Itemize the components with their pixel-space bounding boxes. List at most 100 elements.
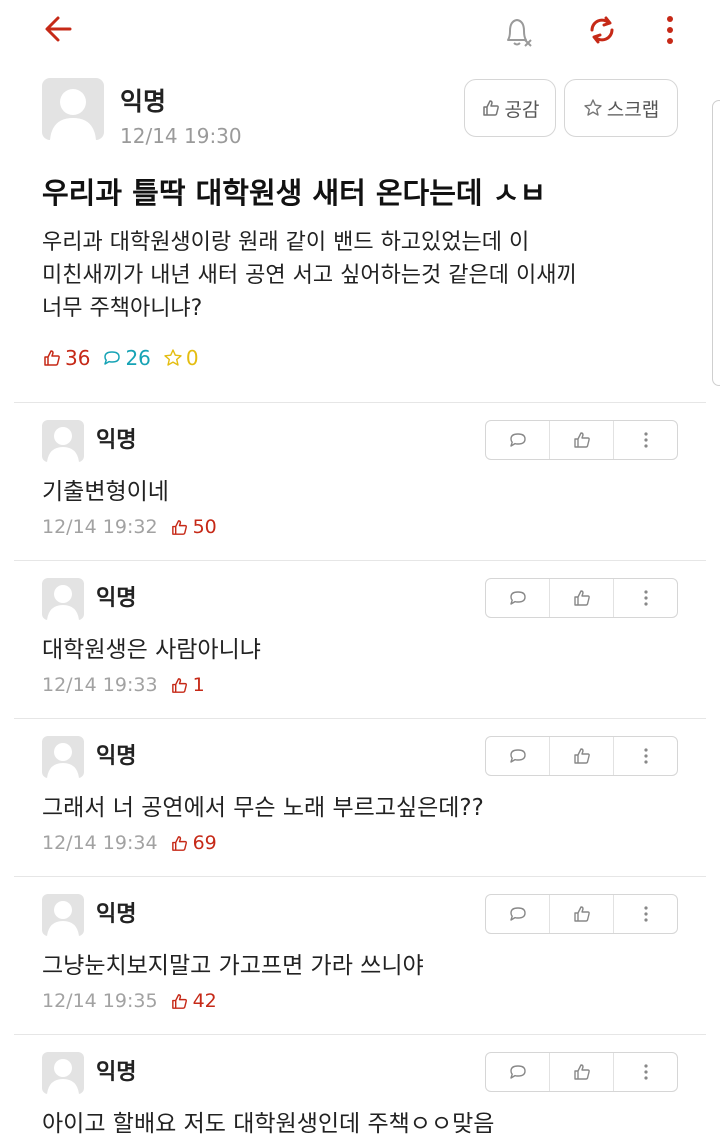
scrap-count-value: 0 (185, 346, 199, 370)
comment-text: 기출변형이네 (42, 479, 169, 505)
back-arrow-icon[interactable] (40, 10, 86, 48)
thumbs-up-icon (573, 748, 590, 764)
comment-actions (485, 578, 678, 618)
comment-text: 아이고 할배요 저도 대학원생인데 주책ㅇㅇ맞음 (42, 1111, 495, 1137)
like-button-label: 공감 (504, 98, 540, 121)
reply-button[interactable] (486, 579, 549, 617)
comment-author: 익명 (96, 586, 137, 611)
thumbs-up-icon (573, 906, 590, 922)
more-vertical-icon (643, 432, 648, 448)
avatar (42, 736, 84, 778)
comment-time: 12/14 19:35 (42, 990, 158, 1012)
comment-like-value: 50 (192, 516, 217, 538)
comment-author: 익명 (96, 428, 137, 453)
post-body: 우리과 대학원생이랑 원래 같이 밴드 하고있었는데 이 미친새끼가 내년 새터… (42, 230, 577, 321)
thumbs-up-icon (44, 350, 60, 366)
like-button[interactable] (549, 895, 613, 933)
comment-meta: 12/14 19:34 69 (42, 832, 217, 854)
scrap-button[interactable]: 스크랩 (564, 79, 678, 137)
scrap-count: 0 (163, 346, 199, 370)
thumbs-up-icon (171, 519, 187, 535)
comment-like-count: 42 (170, 990, 217, 1012)
more-vertical-icon (643, 906, 648, 922)
reply-button[interactable] (486, 895, 549, 933)
comment-like-value: 69 (192, 832, 217, 854)
thumbs-up-icon (171, 835, 187, 851)
comment-text: 그냥눈치보지말고 가고프면 가라 쓰니야 (42, 953, 424, 979)
divider (14, 560, 706, 561)
more-vertical-icon (643, 590, 648, 606)
avatar (42, 894, 84, 936)
comment-item: 익명 아이고 할배요 저도 대학원생인데 주책ㅇㅇ맞음 (0, 1034, 720, 1145)
thumbs-up-icon (573, 432, 590, 448)
post-stats: 36 26 0 (42, 344, 211, 372)
post-time: 12/14 19:30 (120, 124, 242, 148)
like-button[interactable] (549, 737, 613, 775)
star-icon (584, 99, 602, 116)
more-vertical-icon (643, 1064, 648, 1080)
like-button[interactable] (549, 579, 613, 617)
reply-button[interactable] (486, 737, 549, 775)
comment-icon (104, 351, 121, 365)
more-button[interactable] (613, 1053, 677, 1091)
star-icon (164, 349, 182, 366)
thumbs-up-icon (573, 590, 590, 606)
more-button[interactable] (613, 579, 677, 617)
like-count: 36 (42, 346, 90, 370)
divider (14, 402, 706, 403)
like-button[interactable]: 공감 (464, 79, 556, 137)
like-count-value: 36 (65, 346, 91, 370)
avatar (42, 578, 84, 620)
avatar (42, 78, 104, 140)
thumbs-up-icon (482, 100, 499, 116)
comment-like-count: 69 (170, 832, 217, 854)
like-button[interactable] (549, 421, 613, 459)
thumbs-up-icon (573, 1064, 590, 1080)
comment-actions (485, 894, 678, 934)
divider (14, 876, 706, 877)
comment-icon (509, 1065, 526, 1079)
more-button[interactable] (613, 895, 677, 933)
more-vertical-icon[interactable] (656, 10, 684, 50)
comment-like-value: 42 (192, 990, 217, 1012)
comment-item: 익명 그래서 너 공연에서 무슨 노래 부르고싶은데?? 12/14 19:34… (0, 718, 720, 876)
divider (14, 1034, 706, 1035)
comment-author: 익명 (96, 1060, 137, 1085)
reply-button[interactable] (486, 1053, 549, 1091)
avatar (42, 1052, 84, 1094)
comment-author: 익명 (96, 902, 137, 927)
comment-time: 12/14 19:34 (42, 832, 158, 854)
comment-time: 12/14 19:32 (42, 516, 158, 538)
comment-meta: 12/14 19:33 1 (42, 674, 205, 696)
comment-icon (509, 907, 526, 921)
comment-text: 대학원생은 사람아니냐 (42, 637, 261, 663)
comment-like-count: 50 (170, 516, 217, 538)
comment-text: 그래서 너 공연에서 무슨 노래 부르고싶은데?? (42, 795, 484, 821)
post-title: 우리과 틀딱 대학원생 새터 온다는데 ㅅㅂ (42, 176, 547, 210)
scrollbar[interactable] (712, 100, 720, 386)
comment-time: 12/14 19:33 (42, 674, 158, 696)
reply-button[interactable] (486, 421, 549, 459)
more-button[interactable] (613, 737, 677, 775)
post-author: 익명 (120, 87, 167, 116)
comment-item: 익명 그냥눈치보지말고 가고프면 가라 쓰니야 12/14 19:35 42 (0, 876, 720, 1034)
like-button[interactable] (549, 1053, 613, 1091)
more-button[interactable] (613, 421, 677, 459)
comment-item: 익명 대학원생은 사람아니냐 12/14 19:33 1 (0, 560, 720, 718)
comment-count: 26 (102, 346, 151, 370)
comment-actions (485, 420, 678, 460)
comment-like-count: 1 (170, 674, 205, 696)
bell-off-icon[interactable] (496, 10, 540, 50)
comment-like-value: 1 (192, 674, 205, 696)
comment-author: 익명 (96, 744, 137, 769)
comment-meta: 12/14 19:35 42 (42, 990, 217, 1012)
comment-meta: 12/14 19:32 50 (42, 516, 217, 538)
comment-item: 익명 기출변형이네 12/14 19:32 50 (0, 402, 720, 560)
thumbs-up-icon (171, 677, 187, 693)
comment-count-value: 26 (125, 346, 151, 370)
divider (14, 718, 706, 719)
avatar (42, 420, 84, 462)
comment-actions (485, 1052, 678, 1092)
refresh-icon[interactable] (580, 10, 624, 50)
top-bar (0, 0, 720, 60)
